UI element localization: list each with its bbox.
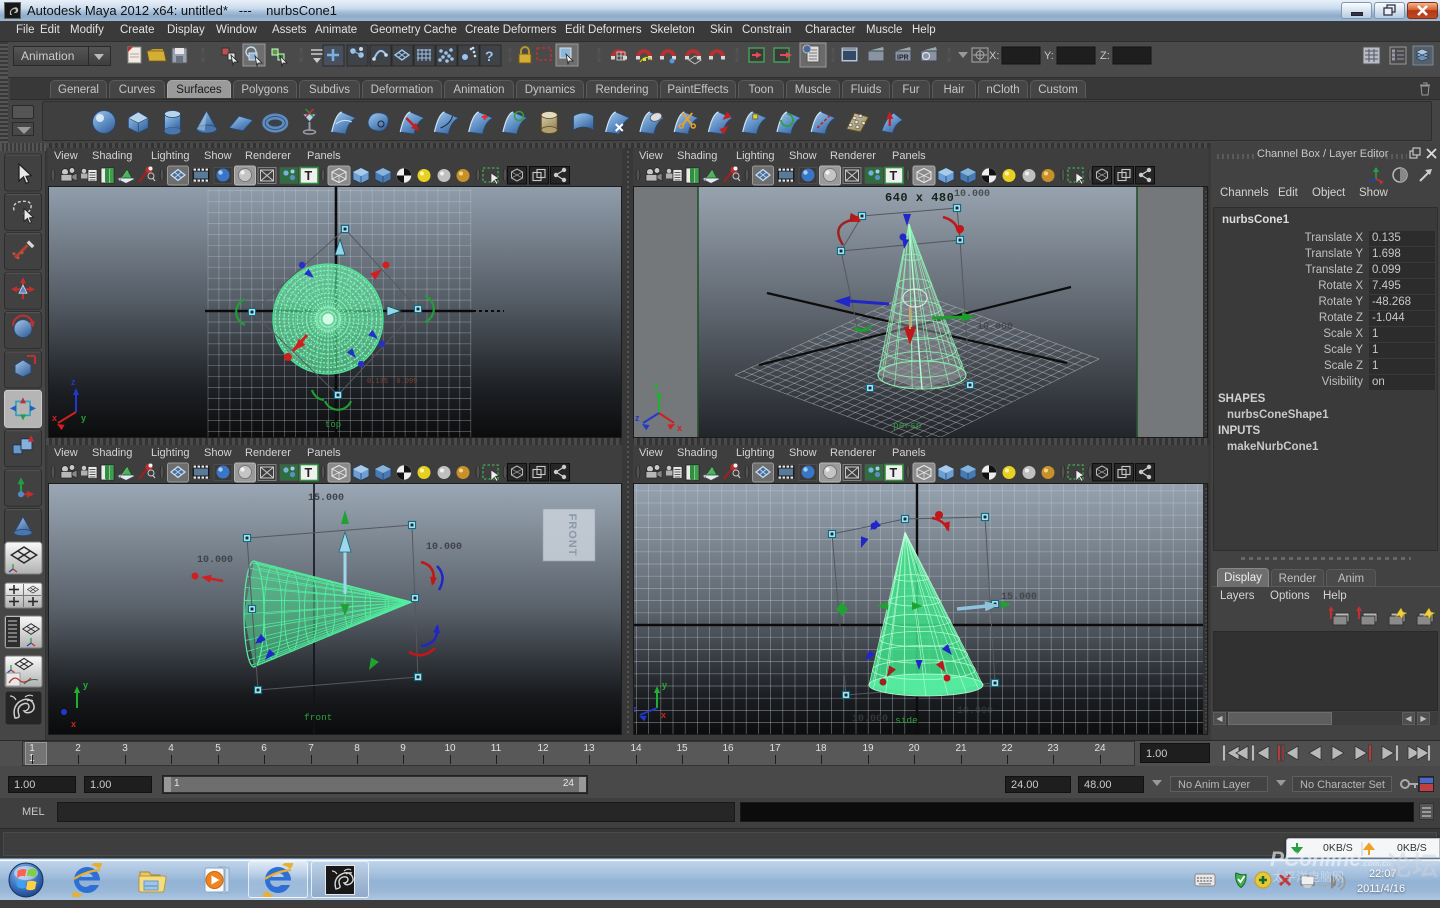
svg-text:Y:: Y: — [1044, 50, 1054, 62]
svg-text:IPR: IPR — [897, 55, 909, 62]
svg-text:x: x — [661, 710, 666, 720]
svg-text:Z:: Z: — [1100, 50, 1110, 62]
svg-text:0.135 0.099: 0.135 0.099 — [367, 378, 417, 386]
svg-text:10.000: 10.000 — [852, 714, 888, 725]
svg-text:persp: persp — [893, 420, 922, 431]
svg-text:10.000: 10.000 — [957, 706, 993, 717]
svg-text:y: y — [654, 380, 659, 390]
svg-text:10.000: 10.000 — [426, 542, 462, 553]
svg-text:front: front — [304, 712, 333, 723]
svg-text:15.000: 15.000 — [1001, 592, 1037, 603]
svg-text:y: y — [662, 680, 667, 690]
svg-text:640 x 480: 640 x 480 — [885, 191, 954, 205]
svg-text:T: T — [305, 169, 313, 183]
svg-text:x: x — [71, 719, 76, 729]
svg-text:side: side — [895, 715, 918, 726]
svg-text:15.000: 15.000 — [308, 493, 344, 504]
svg-text:top: top — [325, 420, 341, 430]
svg-text:x: x — [52, 413, 57, 423]
svg-text:FRONT: FRONT — [566, 514, 578, 557]
svg-text:10.000: 10.000 — [197, 555, 233, 566]
svg-text:10.000: 10.000 — [954, 189, 990, 200]
svg-text:T: T — [305, 466, 313, 480]
svg-text:y: y — [81, 413, 86, 423]
svg-text:y: y — [83, 680, 88, 690]
svg-text:10.000: 10.000 — [977, 322, 1013, 333]
svg-text:z: z — [635, 413, 640, 423]
svg-text:T: T — [890, 169, 898, 183]
svg-text:T: T — [890, 466, 898, 480]
svg-text:x: x — [677, 423, 682, 433]
svg-text:z: z — [71, 377, 76, 387]
svg-text:X:: X: — [989, 50, 999, 62]
svg-text:?: ? — [485, 48, 494, 64]
